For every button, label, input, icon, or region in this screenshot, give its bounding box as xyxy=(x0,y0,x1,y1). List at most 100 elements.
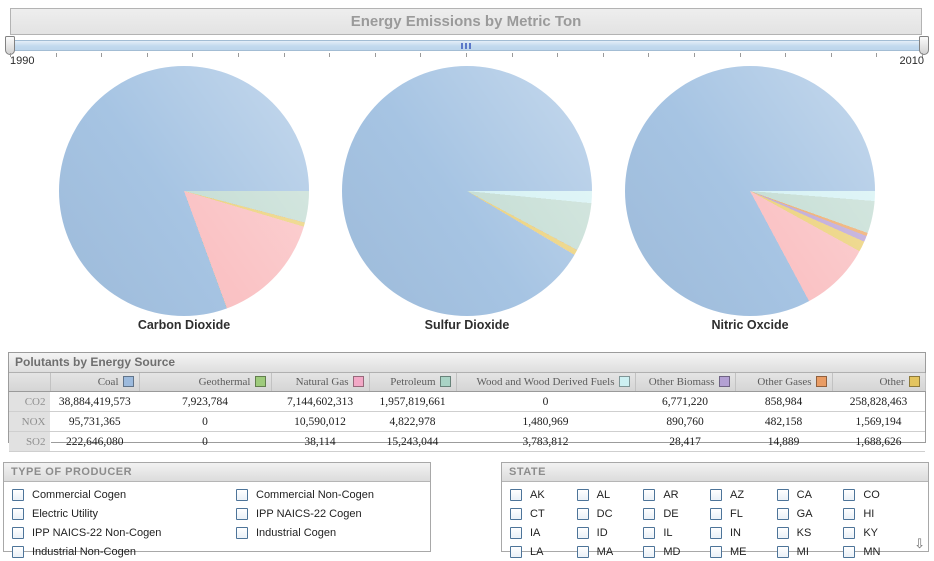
state-checkbox-il[interactable]: IL xyxy=(643,524,710,542)
slider-tick xyxy=(101,53,103,57)
pie-chart-nitric-oxcide xyxy=(625,66,875,316)
checkbox-icon[interactable] xyxy=(643,527,656,539)
checkbox-icon[interactable] xyxy=(709,508,722,520)
state-checkbox-ar[interactable]: AR xyxy=(643,486,710,504)
state-checkbox-in[interactable]: IN xyxy=(709,524,777,542)
state-checkbox-ks[interactable]: KS xyxy=(776,524,844,542)
checkbox-icon[interactable] xyxy=(12,546,24,558)
state-checkbox-md[interactable]: MD xyxy=(643,543,710,561)
column-label: Other Gases xyxy=(757,376,812,388)
state-checkbox-me[interactable]: ME xyxy=(709,543,777,561)
checkbox-icon[interactable] xyxy=(576,527,589,539)
state-checkbox-la[interactable]: LA xyxy=(510,543,577,561)
checkbox-icon[interactable] xyxy=(776,489,789,501)
state-checkbox-id[interactable]: ID xyxy=(576,524,644,542)
slider-tick xyxy=(511,53,513,57)
legend-swatch-icon xyxy=(439,376,451,387)
checkbox-label: KY xyxy=(863,527,879,539)
state-checkbox-ia[interactable]: IA xyxy=(510,524,577,542)
checkbox-icon[interactable] xyxy=(643,546,656,558)
state-checkbox-az[interactable]: AZ xyxy=(709,486,777,504)
column-label: Other xyxy=(879,376,905,388)
checkbox-icon[interactable] xyxy=(643,489,656,501)
checkbox-icon[interactable] xyxy=(510,489,522,501)
legend-swatch-icon xyxy=(618,376,630,387)
checkbox-icon[interactable] xyxy=(709,546,722,558)
checkbox-label: MA xyxy=(596,546,614,558)
checkbox-icon[interactable] xyxy=(12,527,24,539)
state-checkbox-ca[interactable]: CA xyxy=(776,486,844,504)
checkbox-label: Commercial Non-Cogen xyxy=(256,489,374,501)
checkbox-icon[interactable] xyxy=(236,489,248,501)
checkbox-icon[interactable] xyxy=(843,546,856,558)
slider-tick xyxy=(557,53,559,57)
column-label: Natural Gas xyxy=(295,376,349,388)
cell-nox-wood-and-wood-derived-fuels: 1,480,969 xyxy=(456,411,635,432)
year-range-slider-track[interactable] xyxy=(10,40,922,51)
table-header-row: Coal Geothermal Natural Gas Petroleum Wood a… xyxy=(9,373,926,392)
column-header-wood-and-wood-derived-fuels: Wood and Wood Derived Fuels xyxy=(456,373,636,392)
checkbox-label: IPP NAICS-22 Cogen xyxy=(256,508,362,520)
table-corner-cell xyxy=(9,373,51,392)
producer-checkbox-grid: Commercial Cogen Commercial Non-Cogen Elec… xyxy=(4,482,430,561)
checkbox-icon[interactable] xyxy=(843,527,856,539)
checkbox-label: DE xyxy=(663,508,679,520)
producer-checkbox-electric-utility[interactable]: Electric Utility xyxy=(12,505,236,523)
page-title: Energy Emissions by Metric Ton xyxy=(10,8,922,35)
column-label: Other Biomass xyxy=(648,376,715,388)
producer-checkbox-ipp-naics-22-non-cogen[interactable]: IPP NAICS-22 Non-Cogen xyxy=(12,524,236,542)
cell-nox-natural-gas: 10,590,012 xyxy=(271,411,369,432)
checkbox-icon[interactable] xyxy=(843,508,856,520)
state-checkbox-ky[interactable]: KY xyxy=(843,524,910,542)
producer-checkbox-commercial-cogen[interactable]: Commercial Cogen xyxy=(12,486,236,504)
state-checkbox-al[interactable]: AL xyxy=(576,486,644,504)
table-row-co2: CO2 38,884,419,573 7,923,784 7,144,602,313 1… xyxy=(9,391,925,412)
pie-block-carbon-dioxide: Carbon Dioxide xyxy=(59,66,309,332)
state-checkbox-co[interactable]: CO xyxy=(843,486,910,504)
checkbox-icon[interactable] xyxy=(510,527,522,539)
checkbox-icon[interactable] xyxy=(576,489,589,501)
slider-tick xyxy=(420,53,422,57)
checkbox-label: Commercial Cogen xyxy=(32,489,127,501)
checkbox-icon[interactable] xyxy=(776,546,789,558)
state-checkbox-mi[interactable]: MI xyxy=(776,543,844,561)
checkbox-icon[interactable] xyxy=(12,508,24,520)
checkbox-icon[interactable] xyxy=(709,527,722,539)
checkbox-icon[interactable] xyxy=(776,508,789,520)
checkbox-icon[interactable] xyxy=(12,489,24,501)
checkbox-icon[interactable] xyxy=(843,489,856,501)
checkbox-label: FL xyxy=(729,508,743,520)
producer-checkbox-commercial-non-cogen[interactable]: Commercial Non-Cogen xyxy=(236,486,430,504)
slider-tick xyxy=(329,53,331,57)
state-checkbox-ga[interactable]: GA xyxy=(776,505,844,523)
checkbox-icon[interactable] xyxy=(643,508,656,520)
slider-grip-icon[interactable] xyxy=(461,43,471,49)
state-checkbox-ct[interactable]: CT xyxy=(510,505,577,523)
state-checkbox-dc[interactable]: DC xyxy=(576,505,644,523)
checkbox-icon[interactable] xyxy=(709,489,722,501)
checkbox-label: IN xyxy=(729,527,741,539)
checkbox-icon[interactable] xyxy=(576,546,589,558)
checkbox-icon[interactable] xyxy=(776,527,789,539)
scroll-down-icon[interactable]: ⇩ xyxy=(914,537,925,550)
state-checkbox-ak[interactable]: AK xyxy=(510,486,577,504)
producer-checkbox-ipp-naics-22-cogen[interactable]: IPP NAICS-22 Cogen xyxy=(236,505,430,523)
checkbox-label: LA xyxy=(530,546,544,558)
checkbox-icon[interactable] xyxy=(576,508,589,520)
checkbox-label: MN xyxy=(863,546,881,558)
checkbox-icon[interactable] xyxy=(236,527,248,539)
state-checkbox-ma[interactable]: MA xyxy=(576,543,644,561)
producer-checkbox-industrial-cogen[interactable]: Industrial Cogen xyxy=(236,524,430,542)
pie-block-sulfur-dioxide: Sulfur Dioxide xyxy=(342,66,592,332)
state-checkbox-hi[interactable]: HI xyxy=(843,505,910,523)
checkbox-icon[interactable] xyxy=(510,546,522,558)
checkbox-icon[interactable] xyxy=(236,508,248,520)
state-checkbox-fl[interactable]: FL xyxy=(709,505,777,523)
checkbox-label: IA xyxy=(530,527,541,539)
legend-swatch-icon xyxy=(352,376,364,387)
checkbox-label: Industrial Non-Cogen xyxy=(32,546,136,558)
checkbox-icon[interactable] xyxy=(510,508,522,520)
state-checkbox-de[interactable]: DE xyxy=(643,505,710,523)
producer-checkbox-industrial-non-cogen[interactable]: Industrial Non-Cogen xyxy=(12,543,236,561)
state-checkbox-mn[interactable]: MN xyxy=(843,543,910,561)
